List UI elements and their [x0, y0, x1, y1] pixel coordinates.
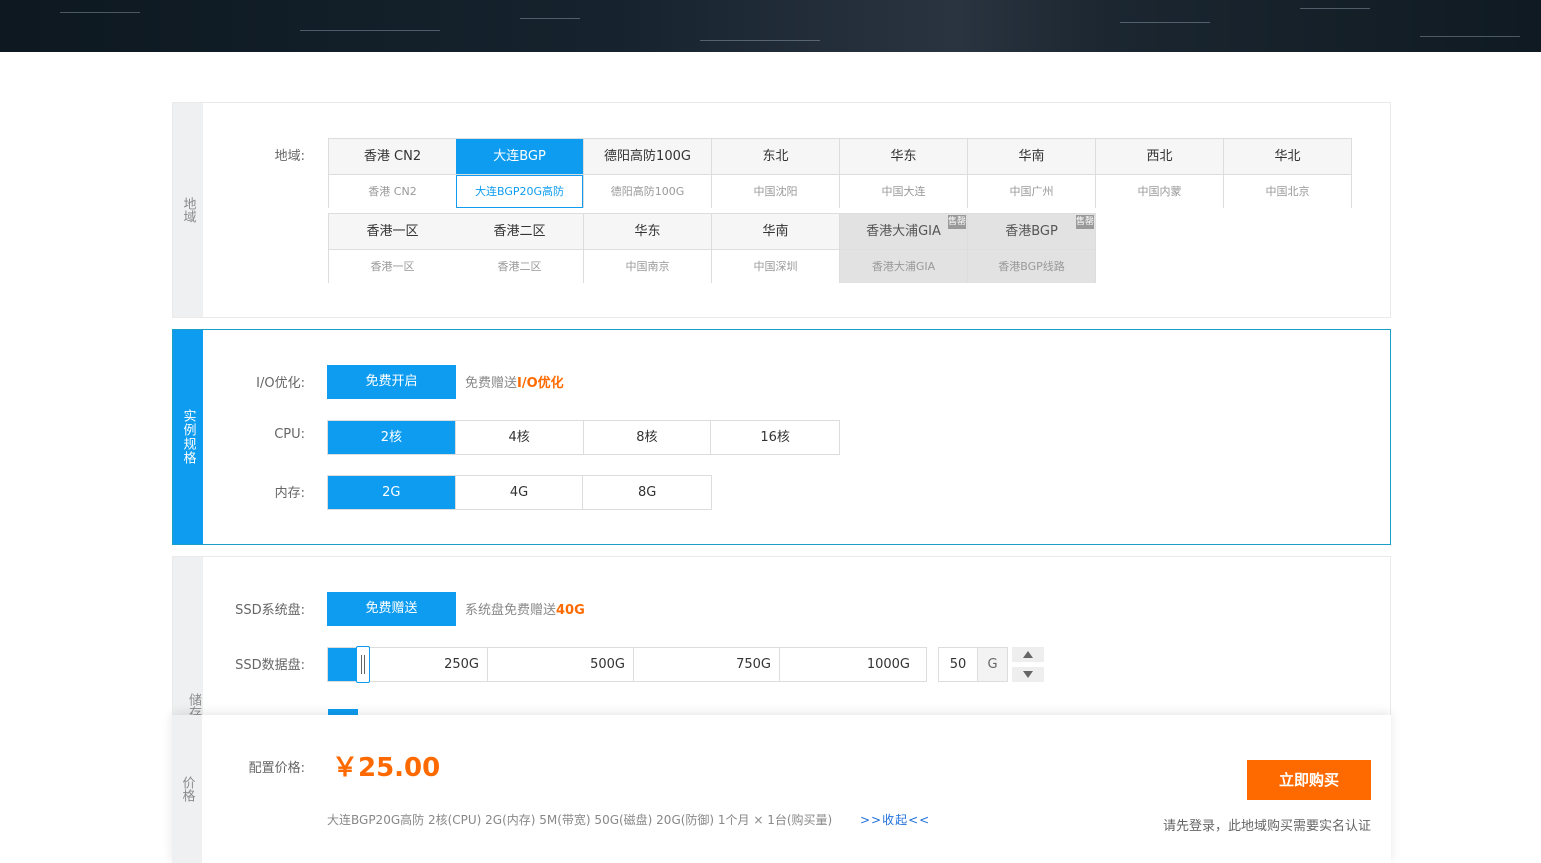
region-option-desc: 中国沈阳 — [712, 175, 839, 208]
region-option-name: 香港 CN2 — [329, 139, 456, 175]
price-amount: ￥25.00 — [332, 753, 441, 783]
slider-tick-label: 500G — [590, 657, 625, 672]
cpu-label: CPU: — [274, 427, 305, 442]
sold-out-badge: 售罄 — [1076, 215, 1095, 229]
region-option-desc: 香港一区 — [329, 250, 456, 283]
region-option-name: 香港一区 — [329, 214, 456, 250]
region-section-label: 地域 — [173, 103, 203, 317]
io-note-prefix: 免费赠送 — [465, 376, 518, 391]
ssd-system-label: SSD系统盘: — [235, 603, 305, 618]
region-option-name: 华东 — [584, 214, 711, 250]
region-option-name: 香港二区 — [456, 214, 583, 250]
region-option-name: 德阳高防100G — [584, 139, 711, 175]
region-option[interactable]: 香港 CN2 香港 CN2 — [328, 138, 457, 208]
region-option-desc: 香港 CN2 — [329, 175, 456, 208]
cpu-option[interactable]: 8核 — [583, 421, 712, 454]
cpu-option[interactable]: 4核 — [455, 421, 584, 454]
price-bar: 价格 配置价格: ￥25.00 大连BGP20G高防 2核(CPU) 2G(内存… — [172, 715, 1391, 863]
memory-option[interactable]: 4G — [455, 476, 584, 509]
region-option-name: 大连BGP — [456, 139, 583, 175]
collapse-link[interactable]: >>收起<< — [860, 811, 930, 828]
region-option-desc: 中国深圳 — [712, 250, 839, 283]
region-option-desc: 中国广州 — [968, 175, 1095, 208]
memory-option[interactable]: 8G — [583, 476, 712, 509]
region-option-desc: 中国北京 — [1224, 175, 1351, 208]
ssd-data-slider-handle[interactable] — [356, 646, 370, 683]
slider-tick-label: 250G — [444, 657, 479, 672]
ssd-data-decrement-button[interactable] — [1012, 667, 1044, 682]
cpu-option[interactable]: 16核 — [711, 421, 839, 454]
memory-label: 内存: — [274, 486, 305, 501]
region-option[interactable]: 华东 中国南京 — [584, 213, 712, 283]
buy-now-button[interactable]: 立即购买 — [1247, 760, 1371, 800]
cpu-options: 2核 4核 8核 16核 — [327, 420, 840, 455]
region-option-name: 华北 — [1224, 139, 1351, 175]
region-option[interactable]: 华南 中国广州 — [968, 138, 1096, 208]
region-option-desc: 香港BGP线路 — [968, 250, 1095, 283]
ssd-data-size-input[interactable]: 50 G — [938, 647, 1008, 682]
ssd-data-label: SSD数据盘: — [235, 658, 305, 673]
region-option-name: 西北 — [1096, 139, 1223, 175]
region-option[interactable]: 华北 中国北京 — [1224, 138, 1352, 208]
region-option-name: 华东 — [840, 139, 967, 175]
region-option[interactable]: 东北 中国沈阳 — [712, 138, 840, 208]
ssd-system-note-prefix: 系统盘免费赠送 — [465, 603, 557, 618]
region-option[interactable]: 华东 中国大连 — [840, 138, 968, 208]
region-option: 香港BGP 香港BGP线路 售罄 — [968, 213, 1096, 283]
region-option-desc: 大连BGP20G高防 — [456, 175, 583, 208]
io-note: 免费赠送I/O优化 — [465, 372, 564, 391]
slider-tick-label: 1000G — [866, 657, 910, 672]
price-label: 配置价格: — [248, 761, 305, 776]
io-note-highlight: I/O优化 — [517, 376, 564, 391]
memory-option[interactable]: 2G — [328, 476, 456, 509]
region-field-label: 地域: — [274, 149, 305, 164]
region-option-name: 华南 — [712, 214, 839, 250]
region-option[interactable]: 香港二区 香港二区 — [456, 213, 584, 283]
login-notice: 请先登录，此地域购买需要实名认证 — [1162, 819, 1371, 834]
triangle-up-icon — [1023, 651, 1033, 658]
ssd-data-slider-fill — [328, 648, 358, 681]
region-option[interactable]: 大连BGP 大连BGP20G高防 — [456, 138, 584, 208]
region-option-name: 东北 — [712, 139, 839, 175]
slider-tick-label: 750G — [736, 657, 771, 672]
ssd-system-free-button[interactable]: 免费赠送 — [327, 592, 456, 626]
ssd-data-size-value[interactable]: 50 — [939, 648, 978, 681]
region-option-desc: 香港二区 — [456, 250, 583, 283]
ssd-data-increment-button[interactable] — [1012, 647, 1044, 662]
cpu-option[interactable]: 2核 — [328, 421, 456, 454]
triangle-down-icon — [1023, 671, 1033, 678]
top-banner — [0, 0, 1541, 52]
region-option[interactable]: 西北 中国内蒙 — [1096, 138, 1224, 208]
ssd-data-size-unit: G — [978, 648, 1007, 681]
region-section: 地域 — [172, 102, 1391, 318]
region-option[interactable]: 华南 中国深圳 — [712, 213, 840, 283]
config-summary: 大连BGP20G高防 2核(CPU) 2G(内存) 5M(带宽) 50G(磁盘)… — [327, 813, 833, 827]
region-option-desc: 德阳高防100G — [584, 175, 711, 208]
memory-options: 2G 4G 8G — [327, 475, 712, 510]
io-enable-button[interactable]: 免费开启 — [327, 365, 456, 399]
region-option[interactable]: 德阳高防100G 德阳高防100G — [584, 138, 712, 208]
sold-out-badge: 售罄 — [948, 215, 967, 229]
price-section-label: 价格 — [172, 715, 202, 863]
region-option-desc: 中国南京 — [584, 250, 711, 283]
ssd-system-note: 系统盘免费赠送40G — [465, 599, 585, 618]
region-option-desc: 中国内蒙 — [1096, 175, 1223, 208]
ssd-data-slider[interactable]: 250G 500G 750G 1000G — [327, 646, 927, 683]
io-label: I/O优化: — [256, 376, 305, 391]
ssd-system-note-highlight: 40G — [556, 603, 585, 618]
region-option-desc: 中国大连 — [840, 175, 967, 208]
region-option-name: 华南 — [968, 139, 1095, 175]
region-option-desc: 香港大浦GIA — [840, 250, 967, 283]
region-option: 香港大浦GIA 香港大浦GIA 售罄 — [840, 213, 968, 283]
region-option[interactable]: 香港一区 香港一区 — [328, 213, 457, 283]
